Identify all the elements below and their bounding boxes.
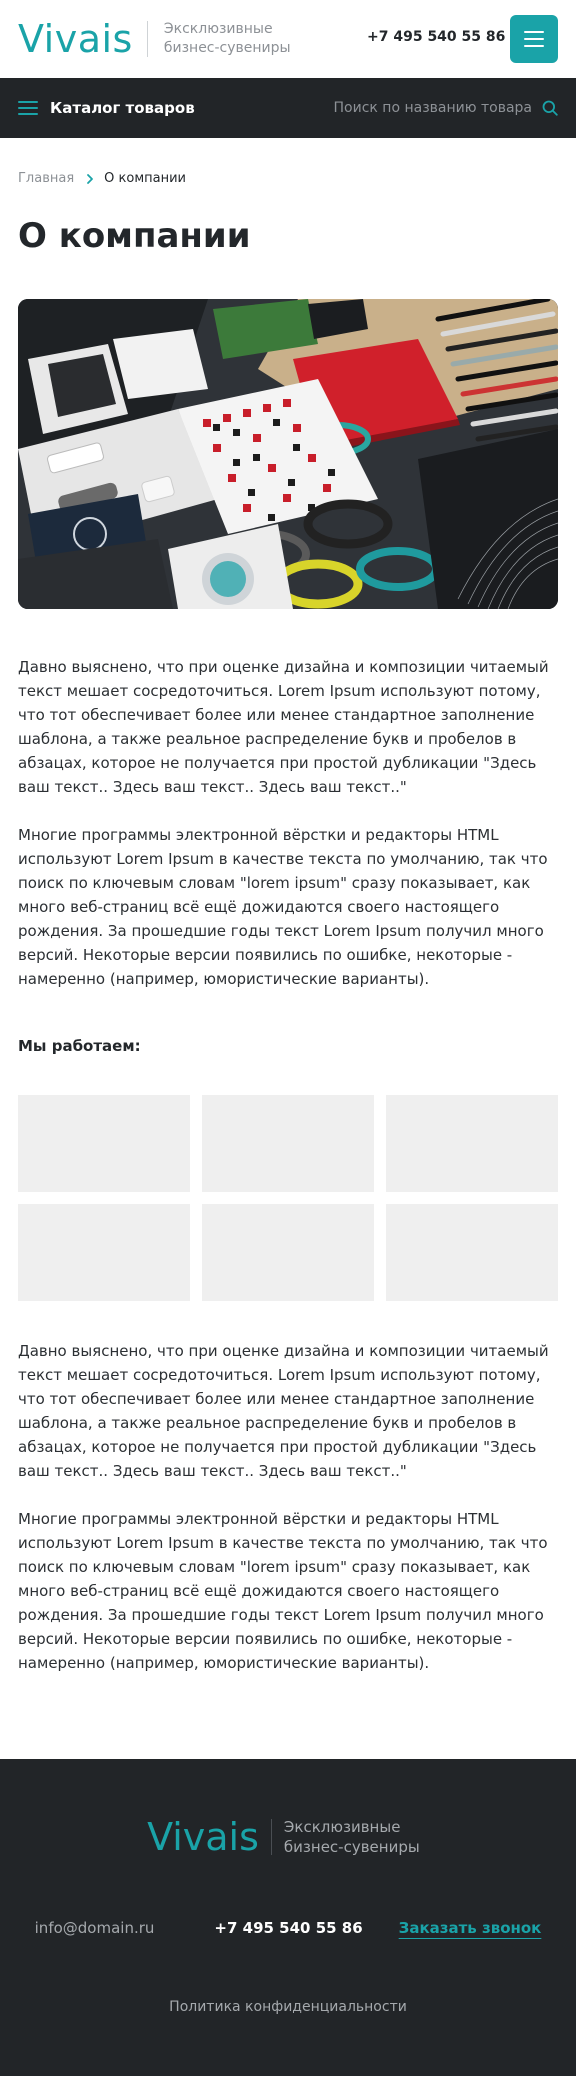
- client-logo-placeholder: [18, 1095, 190, 1193]
- catalog-bar: Каталог товаров: [0, 78, 576, 138]
- footer-email-link[interactable]: info@domain.ru: [35, 1919, 155, 1937]
- client-logo-placeholder: [18, 1204, 190, 1302]
- site-footer: Vivais Эксклюзивные бизнес-сувениры info…: [0, 1759, 576, 2076]
- list-menu-icon-line: [18, 113, 38, 115]
- client-logo-placeholder: [202, 1095, 374, 1193]
- chevron-right-icon: [87, 173, 94, 184]
- client-logo-placeholder: [386, 1204, 558, 1302]
- footer-contacts: info@domain.ru +7 495 540 55 86 Заказать…: [0, 1919, 576, 1937]
- callback-button[interactable]: Заказать звонок: [399, 1919, 542, 1937]
- search-box: [322, 78, 558, 138]
- site-logo[interactable]: Vivais: [18, 20, 133, 58]
- burger-menu-icon-line: [524, 38, 544, 40]
- search-icon[interactable]: [542, 100, 558, 116]
- search-input[interactable]: [322, 100, 532, 116]
- site-header: Vivais Эксклюзивные бизнес-сувениры +7 4…: [0, 0, 576, 78]
- about-paragraph-2: Многие программы электронной вёрстки и р…: [18, 826, 548, 989]
- client-logo-placeholder: [202, 1204, 374, 1302]
- list-menu-icon-line: [18, 101, 38, 103]
- burger-menu-icon: [524, 31, 544, 33]
- burger-menu-icon-line: [524, 45, 544, 47]
- catalog-button[interactable]: Каталог товаров: [50, 99, 195, 117]
- hero-image: [18, 299, 558, 610]
- page-title: О компании: [18, 216, 251, 256]
- footer-tagline: Эксклюзивные бизнес-сувениры: [284, 1817, 429, 1857]
- about-paragraph-4: Многие программы электронной вёрстки и р…: [18, 1510, 548, 1673]
- footer-logo[interactable]: Vivais: [147, 1818, 259, 1856]
- hero-photo-illustration: [18, 299, 558, 610]
- clients-section-label: Мы работаем:: [18, 1037, 141, 1056]
- breadcrumb: Главная О компании: [18, 171, 558, 186]
- burger-menu-button[interactable]: [510, 15, 558, 63]
- about-paragraph-3: Давно выяснено, что при оценке дизайна и…: [18, 1342, 549, 1481]
- footer-brand: Vivais Эксклюзивные бизнес-сувениры: [0, 1817, 576, 1857]
- privacy-policy-link[interactable]: Политика конфиденциальности: [0, 1999, 576, 2015]
- site-tagline: Эксклюзивные бизнес-сувениры: [164, 20, 304, 58]
- footer-logo-divider: [270, 1819, 272, 1856]
- footer-tagline-line-1: Эксклюзивные: [283, 1818, 401, 1837]
- tagline-line-2: бизнес-сувениры: [163, 40, 291, 56]
- client-logos-grid: [18, 1095, 558, 1302]
- tagline-line-1: Эксклюзивные: [163, 21, 273, 37]
- main-content: Главная О компании О компании Давно выяс…: [0, 171, 576, 1675]
- header-phone-link[interactable]: +7 495 540 55 86: [367, 29, 505, 45]
- list-menu-icon-line: [18, 107, 38, 109]
- about-paragraph-1: Давно выяснено, что при оценке дизайна и…: [18, 658, 549, 797]
- list-menu-icon[interactable]: [18, 101, 38, 115]
- client-logo-placeholder: [386, 1095, 558, 1193]
- breadcrumb-home-link[interactable]: Главная: [18, 171, 74, 186]
- breadcrumb-current: О компании: [104, 171, 186, 186]
- footer-phone-link[interactable]: +7 495 540 55 86: [214, 1919, 362, 1937]
- footer-tagline-line-2: бизнес-сувениры: [283, 1838, 420, 1857]
- logo-divider: [146, 21, 148, 57]
